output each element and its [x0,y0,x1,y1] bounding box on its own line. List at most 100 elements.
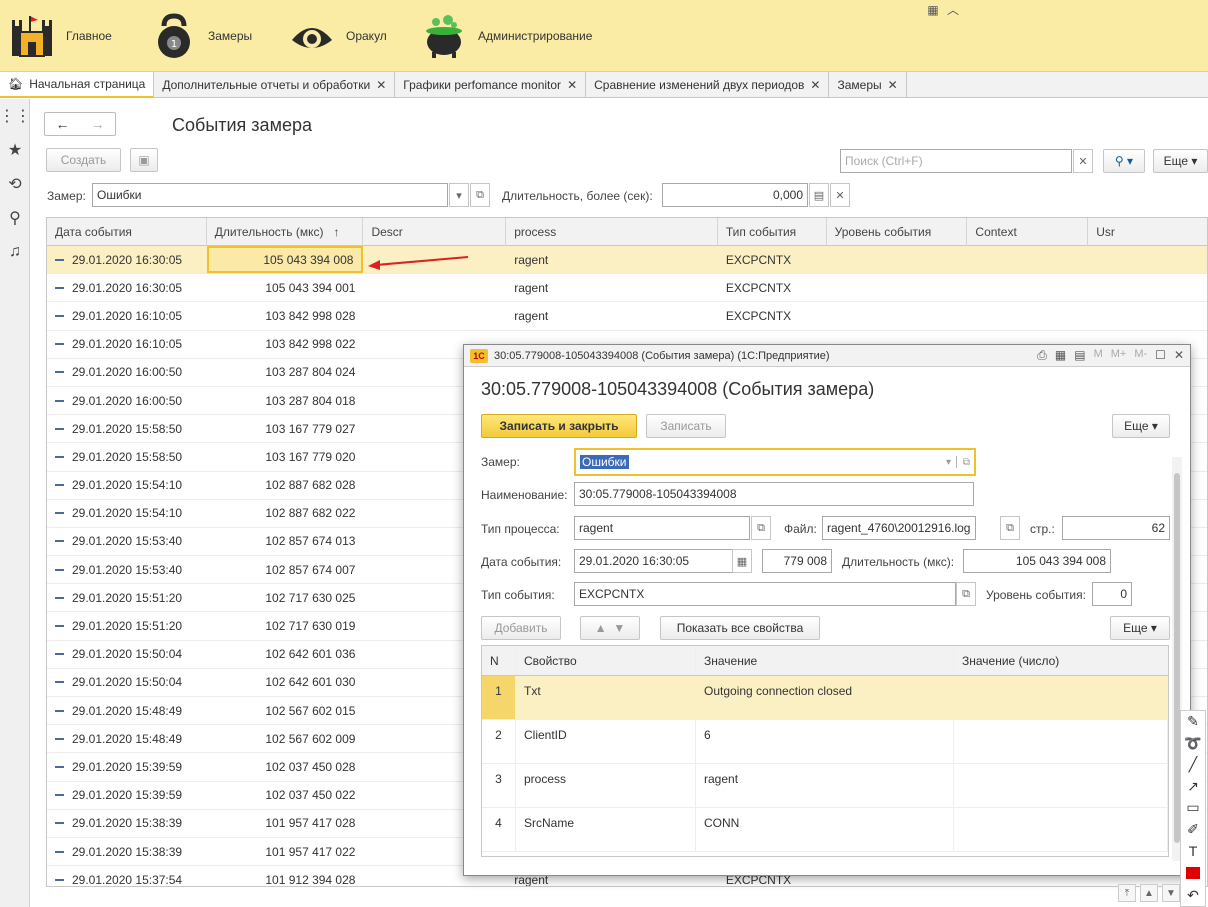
col-property[interactable]: Свойство [516,646,696,675]
search-button[interactable]: ⚲ ▾ [1103,149,1145,173]
table-row[interactable]: 29.01.2020 16:30:05 105 043 394 001 ragent… [47,274,1207,303]
forward-button[interactable]: → [80,113,115,135]
sections-panel: Главное 1 Замеры Оракул Администрировани… [0,0,1208,72]
scroll-top-icon[interactable]: ⤒ [1118,884,1136,902]
back-button[interactable]: ← [45,113,80,135]
zamer-field[interactable]: Ошибки ▾ │ ⧉ [574,448,976,476]
close-icon[interactable]: ✕ [810,78,820,92]
section-admin[interactable]: Администрирование [420,10,592,62]
close-icon[interactable]: ✕ [1174,348,1184,363]
star-icon[interactable]: ★ [0,133,30,167]
col-context[interactable]: Context [967,218,1089,246]
bell-icon[interactable]: ♫ [0,235,30,269]
clear-duration-button[interactable]: ✕ [830,183,850,207]
close-icon[interactable]: ✕ [567,78,577,92]
event-date-field[interactable]: 29.01.2020 16:30:05 [574,549,752,573]
tab-perfmon[interactable]: Графики perfomance monitor ✕ [395,72,587,98]
memory-m-button[interactable]: M [1094,348,1103,363]
text-icon[interactable]: T [1189,840,1198,862]
calculator-icon[interactable]: ▤ [809,183,829,207]
col-type[interactable]: Тип события [718,218,827,246]
process-type-field[interactable]: ragent [574,516,750,540]
date-text: 29.01.2020 15:58:50 [72,449,183,464]
zamer-field[interactable]: Ошибки [92,183,448,207]
tab-zamery[interactable]: Замеры ✕ [829,72,907,98]
file-field[interactable]: ragent_4760\20012916.log [822,516,976,540]
table-row[interactable]: 29.01.2020 16:30:05 105 043 394 008 ragent… [47,246,1207,275]
close-icon[interactable]: ✕ [376,78,386,92]
property-row[interactable]: 1 Txt Outgoing connection closed [482,676,1168,720]
table-row[interactable]: 29.01.2020 16:10:05 103 842 998 028 ragent… [47,302,1207,331]
col-date[interactable]: Дата события [47,218,207,246]
search-input[interactable]: Поиск (Ctrl+F) [840,149,1072,173]
history-icon[interactable]: ⟲ [0,167,30,201]
dropdown-button[interactable]: ▾ [449,183,469,207]
memory-minus-button[interactable]: M- [1134,348,1147,363]
col-descr[interactable]: Descr [363,218,507,246]
col-duration[interactable]: Длительность (мкс) ↑ [207,218,364,246]
close-icon[interactable]: ✕ [888,78,898,92]
dialog-more-button[interactable]: Еще ▾ [1112,414,1170,438]
open-button[interactable]: ⧉ [470,183,490,207]
create-button[interactable]: Создать [46,148,121,172]
col-value[interactable]: Значение [696,646,954,675]
section-main[interactable]: Главное [8,10,112,62]
property-row[interactable]: 2 ClientID 6 [482,720,1168,764]
event-type-field[interactable]: EXCPCNTX [574,582,956,606]
section-oracle[interactable]: Оракул [288,10,387,62]
dropdown-icon[interactable]: ▾ │ ⧉ [946,457,970,468]
collapse-panel-icon[interactable]: ︿ [944,2,962,18]
print-icon[interactable]: ⎙ [1037,348,1047,363]
calendar-icon[interactable]: ▤ [1074,348,1085,363]
tab-reports[interactable]: Дополнительные отчеты и обработки ✕ [154,72,396,98]
move-down-icon[interactable]: ▼ [613,621,625,635]
event-level-field[interactable]: 0 [1092,582,1132,606]
color-swatch[interactable] [1186,866,1200,880]
cell-duration: 102 717 630 025 [265,590,356,605]
col-level[interactable]: Уровень события [827,218,968,246]
pencil-icon[interactable]: ✎ [1187,711,1199,733]
maximize-icon[interactable]: ☐ [1155,348,1166,363]
move-up-icon[interactable]: ▲ [595,621,607,635]
file-open-button[interactable]: ⧉ [1000,516,1020,540]
col-usr[interactable]: Usr [1088,218,1207,246]
more-button[interactable]: Еще ▾ [1153,149,1208,173]
marker-icon[interactable]: ✐ [1187,819,1199,841]
section-zamery[interactable]: 1 Замеры [150,10,252,62]
line-icon[interactable]: ╱ [1189,754,1197,776]
show-all-properties-button[interactable]: Показать все свойства [660,616,820,640]
lasso-icon[interactable]: ➰ [1184,733,1201,755]
scroll-down-icon[interactable]: ▼ [1162,884,1180,902]
copy-button[interactable]: ▣ [130,148,158,172]
duration-field[interactable]: 105 043 394 008 [963,549,1111,573]
save-close-button[interactable]: Записать и закрыть [481,414,637,438]
col-n[interactable]: N [482,646,516,675]
save-button[interactable]: Записать [646,414,726,438]
calendar-icon[interactable]: ▦ [732,549,752,573]
add-button[interactable]: Добавить [481,616,561,640]
menu-grid-icon[interactable]: ⋮⋮ [0,99,31,133]
event-type-open-button[interactable]: ⧉ [956,582,976,606]
microsec-field[interactable]: 779 008 [762,549,832,573]
property-row[interactable]: 3 process ragent [482,764,1168,808]
props-more-button[interactable]: Еще ▾ [1110,616,1170,640]
search-icon[interactable]: ⚲ [0,201,30,235]
process-open-button[interactable]: ⧉ [751,516,771,540]
col-process[interactable]: process [506,218,718,246]
move-buttons[interactable]: ▲ ▼ [580,616,640,640]
property-row[interactable]: 4 SrcName CONN [482,808,1168,852]
duration-field[interactable]: 0,000 [662,183,808,207]
undo-icon[interactable]: ↶ [1187,884,1199,906]
scroll-up-icon[interactable]: ▲ [1140,884,1158,902]
rectangle-icon[interactable]: ▭ [1186,797,1199,819]
line-field[interactable]: 62 [1062,516,1170,540]
tab-compare[interactable]: Сравнение изменений двух периодов ✕ [586,72,830,98]
arrow-icon[interactable]: ↗ [1187,776,1199,798]
panel-settings-icon[interactable]: ▦ [924,2,942,18]
tab-home[interactable]: 🏠︎ Начальная страница [0,72,155,98]
clear-search-button[interactable]: ✕ [1073,149,1093,173]
name-field[interactable]: 30:05.779008-105043394008 [574,482,974,506]
memory-plus-button[interactable]: M+ [1111,348,1127,363]
col-value-num[interactable]: Значение (число) [954,646,1168,675]
calculator-icon[interactable]: ▦ [1055,348,1066,363]
